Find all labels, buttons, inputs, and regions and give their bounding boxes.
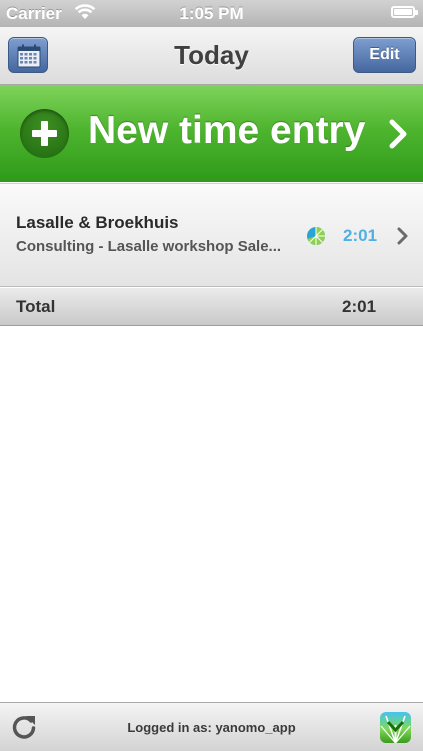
total-label: Total <box>16 297 56 316</box>
timer-running-icon <box>307 227 325 245</box>
entry-description: Consulting - Lasalle workshop Sale... <box>16 238 282 255</box>
time-entry-row[interactable]: Lasalle & Broekhuis Consulting - Lasalle… <box>0 183 423 287</box>
chevron-right-icon <box>389 119 407 149</box>
entry-duration: 2:01 <box>343 226 378 245</box>
total-row: Total 2:01 <box>0 288 423 326</box>
navigation-bar: Today Edit <box>0 27 423 85</box>
entry-client-name: Lasalle & Broekhuis <box>16 213 179 232</box>
edit-button[interactable]: Edit <box>353 37 416 73</box>
bottom-toolbar: Logged in as: yanomo_app <box>0 702 423 751</box>
status-time: 1:05 PM <box>179 4 244 23</box>
logged-in-label: Logged in as: yanomo_app <box>127 720 296 735</box>
total-value: 2:01 <box>342 297 377 316</box>
yanomo-app-icon[interactable] <box>380 712 411 743</box>
status-bar: Carrier 1:05 PM <box>0 0 423 27</box>
new-time-entry-label: New time entry <box>88 109 366 152</box>
new-time-entry-button[interactable]: New time entry <box>0 85 423 182</box>
plus-circle-icon <box>20 109 69 158</box>
battery-icon <box>391 6 418 18</box>
chevron-right-icon <box>397 227 408 245</box>
